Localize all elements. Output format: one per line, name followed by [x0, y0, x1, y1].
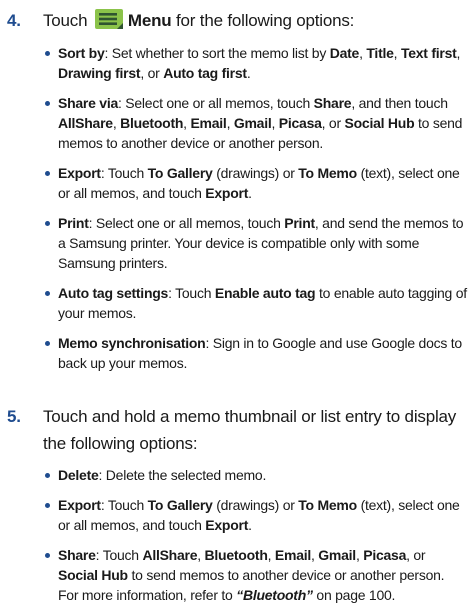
list-item-share: Share: Touch AllShare, Bluetooth, Email,… [45, 545, 468, 605]
step-instruction: Touch and hold a memo thumbnail or list … [43, 407, 457, 453]
list-item-delete: Delete: Delete the selected memo. [45, 465, 468, 485]
list-item-print: Print: Select one or all memos, touch Pr… [45, 213, 468, 273]
list-item-share-via: Share via: Select one or all memos, touc… [45, 93, 468, 153]
step-5-options-list: Delete: Delete the selected memo. Export… [45, 465, 468, 605]
step-number: 4. [7, 11, 21, 30]
list-item-memo-synchronisation: Memo synchronisation: Sign in to Google … [45, 333, 468, 373]
step-number: 5. [7, 407, 21, 426]
list-item-auto-tag-settings: Auto tag settings: Touch Enable auto tag… [45, 283, 468, 323]
step-instruction: Touch Menu for the following options: [43, 9, 355, 30]
list-item-export: Export: Touch To Gallery (drawings) or T… [45, 163, 468, 203]
list-item-sort-by: Sort by: Set whether to sort the memo li… [45, 43, 468, 83]
list-item-export: Export: Touch To Gallery (drawings) or T… [45, 495, 468, 535]
menu-hamburger-icon [94, 9, 123, 29]
bluetooth-reference-link[interactable]: “Bluetooth” [236, 587, 313, 603]
step-4-options-list: Sort by: Set whether to sort the memo li… [45, 43, 468, 373]
